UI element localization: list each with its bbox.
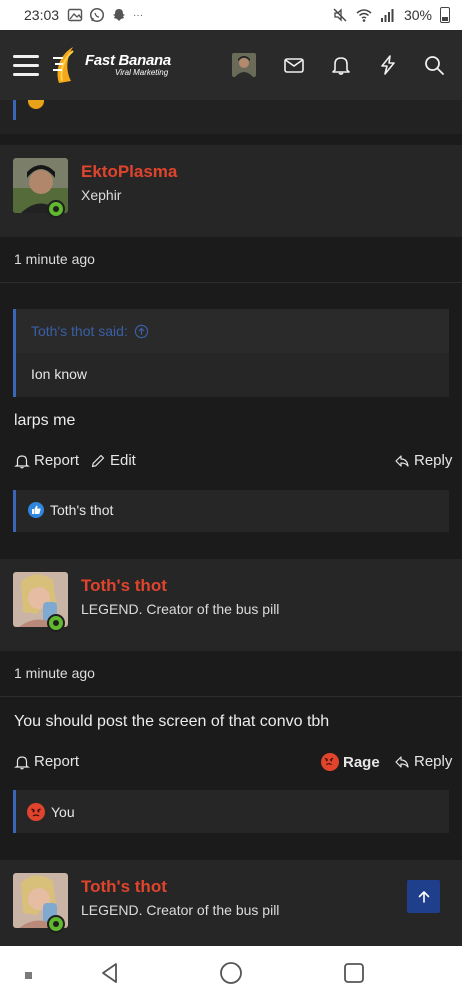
logo-subtitle: Viral Marketing: [115, 68, 169, 77]
edit-button[interactable]: Edit: [90, 452, 136, 469]
system-nav-bar: [0, 946, 462, 1000]
edit-label: Edit: [110, 452, 136, 469]
report-button[interactable]: Report: [14, 452, 79, 469]
signal-icon: [380, 7, 396, 23]
bell-icon: [14, 755, 30, 769]
reply-button[interactable]: Reply: [394, 753, 452, 770]
home-icon[interactable]: [219, 961, 243, 990]
reply-button[interactable]: Reply: [394, 452, 452, 469]
more-notifications: ···: [133, 9, 144, 21]
battery-percent: 30%: [403, 7, 432, 23]
arrow-up-circle-icon: [134, 324, 149, 338]
bolt-icon[interactable]: [377, 54, 399, 76]
post-1-username[interactable]: EktoPlasma: [81, 162, 177, 182]
post-1-reactions[interactable]: Toth's thot: [28, 502, 113, 518]
post-2-message: You should post the screen of that convo…: [14, 713, 330, 730]
report-label: Report: [34, 753, 80, 770]
reply-label: Reply: [414, 753, 453, 770]
scroll-to-top-button[interactable]: [407, 880, 440, 913]
post-2-username[interactable]: Toth's thot: [81, 576, 167, 596]
arrow-up-icon: [418, 890, 429, 903]
post-2-reactions-bar: [13, 790, 449, 833]
bell-icon[interactable]: [330, 54, 352, 76]
reply-icon: [395, 755, 409, 768]
status-time: 23:03: [24, 7, 60, 23]
post-1-message: larps me: [14, 412, 76, 429]
post-1-time[interactable]: 1 minute ago: [14, 251, 95, 267]
reply-icon: [395, 454, 409, 467]
post-2-reactions[interactable]: You: [27, 803, 75, 821]
rage-reaction-button[interactable]: Rage: [321, 753, 380, 771]
reaction-users: Toth's thot: [50, 502, 114, 518]
status-bar: 23:03 ··· 30%: [0, 0, 462, 30]
quote-body: Ion know: [31, 366, 88, 382]
previous-reaction-border: [13, 100, 16, 120]
reply-label: Reply: [414, 452, 453, 469]
site-logo[interactable]: Fast Banana Viral Marketing: [53, 40, 171, 90]
rage-label: Rage: [343, 753, 380, 771]
quote-author-link[interactable]: Toth's thot said:: [31, 323, 149, 339]
angry-face-icon: [27, 803, 45, 821]
thread-content: EktoPlasma Xephir 1 minute ago Toth's th…: [0, 100, 462, 946]
wifi-icon: [356, 7, 372, 23]
post-3-user-title: LEGEND. Creator of the bus pill: [81, 902, 280, 918]
previous-post-remnant: [0, 100, 462, 134]
reaction-users: You: [51, 804, 75, 820]
mute-icon: [332, 7, 348, 23]
back-icon[interactable]: [98, 961, 122, 990]
online-status-icon: [47, 200, 65, 218]
search-icon[interactable]: [423, 54, 445, 76]
bell-icon: [14, 454, 30, 468]
angry-face-icon: [321, 753, 339, 771]
post-3-username[interactable]: Toth's thot: [81, 877, 167, 897]
battery-icon: [440, 7, 450, 23]
post-1-user-title: Xephir: [81, 187, 122, 203]
post-2-time[interactable]: 1 minute ago: [14, 665, 95, 681]
menu-icon[interactable]: [13, 55, 39, 76]
quote-author-text: Toth's thot said:: [31, 323, 128, 339]
logo-title: Fast Banana: [85, 52, 171, 69]
avatar[interactable]: [232, 53, 256, 77]
pencil-icon: [91, 454, 105, 467]
whatsapp-icon: [89, 7, 105, 23]
post-2-user-title: LEGEND. Creator of the bus pill: [81, 601, 280, 617]
post-1-user-block: [0, 145, 462, 237]
overview-icon[interactable]: [342, 961, 366, 990]
recents-dot-icon[interactable]: [24, 968, 34, 986]
report-button[interactable]: Report: [14, 753, 79, 770]
mail-icon[interactable]: [283, 54, 305, 76]
like-icon: [28, 502, 44, 518]
report-label: Report: [34, 452, 80, 469]
online-status-icon: [47, 614, 65, 632]
snapchat-icon: [111, 7, 127, 23]
banana-logo-icon: [53, 47, 74, 83]
app-header: Fast Banana Viral Marketing: [0, 30, 462, 100]
online-status-icon: [47, 915, 65, 933]
gallery-icon: [67, 7, 83, 23]
